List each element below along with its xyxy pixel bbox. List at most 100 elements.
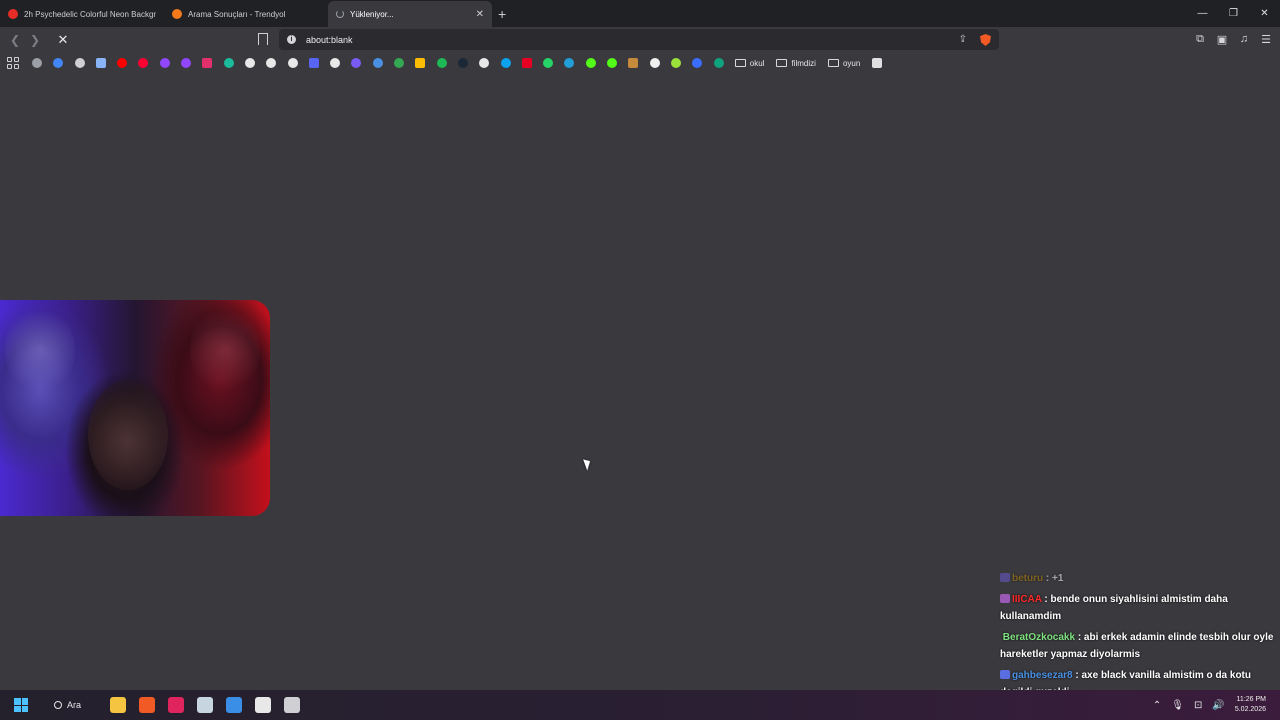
chat-username: beturu bbox=[1012, 573, 1044, 584]
tiktok-icon[interactable] bbox=[287, 58, 298, 68]
tab-loading[interactable]: Yükleniyor... ✕ bbox=[328, 1, 492, 27]
translate-icon[interactable] bbox=[372, 58, 383, 68]
stremio-icon[interactable] bbox=[351, 58, 362, 68]
webcam-overlay bbox=[0, 300, 270, 516]
discord-icon[interactable] bbox=[308, 58, 319, 68]
background-art bbox=[5, 305, 75, 395]
tab-title: 2h Psychedelic Colorful Neon Backgr bbox=[24, 9, 156, 19]
capcut-icon[interactable] bbox=[330, 58, 341, 68]
kick-icon[interactable] bbox=[585, 58, 596, 68]
clock-date: 5.02.2026 bbox=[1234, 706, 1266, 713]
menu-icon[interactable]: ☰ bbox=[1260, 33, 1272, 46]
taskbar-search[interactable]: Ara bbox=[54, 700, 81, 710]
media-icon[interactable]: ♫ bbox=[1238, 33, 1250, 46]
gemini-icon[interactable] bbox=[95, 58, 106, 68]
capcut-icon[interactable] bbox=[255, 697, 272, 713]
tab-title: Yükleniyor... bbox=[350, 9, 394, 19]
steam-icon[interactable] bbox=[457, 58, 468, 68]
folder-icon bbox=[734, 59, 746, 67]
folder-label: filmdizi bbox=[791, 58, 816, 68]
blue-icon[interactable] bbox=[692, 58, 703, 68]
twitch-alt-icon[interactable] bbox=[181, 58, 192, 68]
loading-spinner-icon bbox=[336, 10, 344, 18]
mouse-cursor bbox=[583, 457, 593, 471]
media-player-icon[interactable] bbox=[168, 697, 185, 713]
file-explorer-icon[interactable] bbox=[110, 697, 127, 713]
bookmark-page-icon[interactable] bbox=[258, 33, 268, 45]
back-button[interactable]: ❮ bbox=[5, 33, 25, 47]
share-icon[interactable]: ⇪ bbox=[959, 34, 967, 45]
instagram-icon[interactable] bbox=[202, 58, 213, 68]
steam-icon[interactable] bbox=[197, 697, 214, 713]
windows-start-icon[interactable] bbox=[14, 698, 28, 712]
qr-icon[interactable] bbox=[872, 58, 883, 68]
telegram-icon[interactable] bbox=[564, 58, 575, 68]
youtube-music-icon[interactable] bbox=[138, 58, 149, 68]
whatsapp-icon[interactable] bbox=[543, 58, 554, 68]
drive-icon[interactable] bbox=[415, 58, 426, 68]
edge-icon[interactable] bbox=[500, 58, 511, 68]
chat-message: IIICAA : bende onun siyahlisini almistim… bbox=[1000, 591, 1275, 625]
bookmark-folder-filmdizi[interactable]: filmdizi bbox=[776, 58, 816, 68]
history-icon[interactable] bbox=[32, 58, 42, 68]
system-tray: ⌃ 🎙 ⊡ 🔊 11:26 PM 5.02.2026 bbox=[1153, 690, 1266, 720]
chat-username: gahbesezar8 bbox=[1012, 670, 1073, 681]
kick-alt-icon[interactable] bbox=[607, 58, 618, 68]
tab-title: Arama Sonuçları - Trendyol bbox=[188, 9, 286, 19]
wallet-icon[interactable]: ▣ bbox=[1216, 33, 1228, 46]
chat-text: : +1 bbox=[1045, 573, 1064, 584]
bookmark-folder-okul[interactable]: okul bbox=[734, 59, 764, 68]
address-bar[interactable]: i about:blank ⇪ bbox=[279, 29, 999, 50]
stop-loading-button[interactable]: ✕ bbox=[53, 32, 73, 48]
network-icon[interactable]: ⊡ bbox=[1194, 700, 1202, 711]
brave-icon[interactable] bbox=[139, 697, 156, 713]
youtube-icon bbox=[8, 9, 18, 19]
close-window-button[interactable]: ✕ bbox=[1249, 0, 1280, 27]
chevron-up-icon[interactable]: ⌃ bbox=[1153, 700, 1161, 711]
spotify-icon[interactable] bbox=[436, 58, 447, 68]
kick-mini-icon[interactable] bbox=[223, 58, 234, 68]
openai-icon[interactable] bbox=[713, 58, 724, 68]
mic-icon[interactable]: 🎙 bbox=[1171, 700, 1184, 711]
folder-label: oyun bbox=[842, 58, 861, 68]
google-icon[interactable] bbox=[53, 58, 64, 68]
background-art bbox=[190, 305, 260, 395]
pinterest-icon[interactable] bbox=[521, 58, 532, 68]
extensions-icon[interactable]: ⧉ bbox=[1194, 33, 1206, 46]
tab-youtube[interactable]: 2h Psychedelic Colorful Neon Backgr bbox=[0, 1, 164, 27]
restore-button[interactable]: ❐ bbox=[1218, 0, 1249, 27]
x-icon[interactable] bbox=[244, 58, 255, 68]
search-icon bbox=[54, 701, 62, 709]
obs-icon[interactable] bbox=[284, 697, 301, 713]
skin-icon[interactable] bbox=[628, 58, 639, 68]
site-info-icon[interactable]: i bbox=[287, 35, 296, 44]
new-tab-button[interactable]: + bbox=[498, 6, 506, 22]
clock[interactable]: 11:26 PM 5.02.2026 bbox=[1235, 695, 1266, 715]
search-label: Ara bbox=[67, 700, 82, 710]
twitch-icon[interactable] bbox=[159, 58, 170, 68]
trendyol-icon bbox=[172, 9, 182, 19]
minimize-button[interactable]: — bbox=[1187, 0, 1218, 27]
address-text: about:blank bbox=[306, 34, 353, 45]
youtube-icon[interactable] bbox=[117, 58, 128, 68]
green-star-icon[interactable] bbox=[670, 58, 681, 68]
threads-icon[interactable] bbox=[266, 58, 277, 68]
taskbar-apps bbox=[97, 697, 301, 713]
tab-trendyol[interactable]: Arama Sonuçları - Trendyol bbox=[164, 1, 328, 27]
chat-badge-icon bbox=[1000, 670, 1010, 679]
forward-button[interactable]: ❯ bbox=[25, 33, 45, 47]
volume-icon[interactable]: 🔊 bbox=[1212, 700, 1224, 711]
apps-grid-icon[interactable] bbox=[7, 57, 19, 69]
github-icon[interactable] bbox=[479, 58, 490, 68]
chat-message: beturu : +1 bbox=[1000, 570, 1275, 587]
toolbar-right: ⧉ ▣ ♫ ☰ bbox=[1194, 33, 1272, 46]
brave-shields-icon[interactable] bbox=[980, 34, 991, 46]
bookmarks-bar: okul filmdizi oyun bbox=[0, 52, 1280, 74]
chatgpt-icon[interactable] bbox=[74, 58, 85, 68]
maps-icon[interactable] bbox=[394, 58, 405, 68]
bookmark-folder-oyun[interactable]: oyun bbox=[827, 58, 861, 68]
chat-badge-icon bbox=[1000, 573, 1010, 582]
diamond-icon[interactable] bbox=[649, 58, 660, 68]
photos-icon[interactable] bbox=[226, 697, 243, 713]
close-tab-icon[interactable]: ✕ bbox=[476, 9, 484, 20]
